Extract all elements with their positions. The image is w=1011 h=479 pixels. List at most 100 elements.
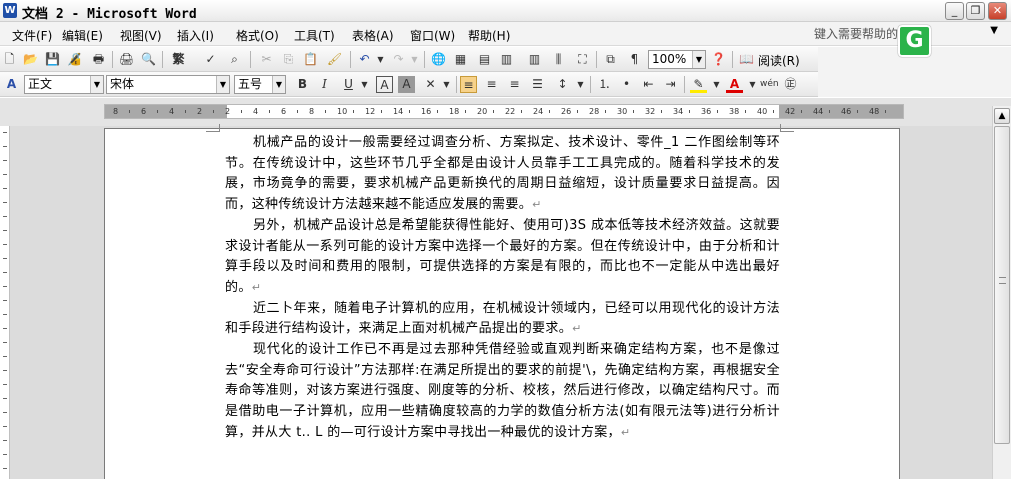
document-body[interactable]: 机械产品的设计一般需要经过调查分析、方案拟定、技术设计、零件_1 二作图绘制等环… (225, 133, 780, 444)
help-icon[interactable]: ❓ (710, 51, 727, 68)
chevron-down-icon[interactable]: ▼ (216, 76, 229, 93)
read-mode-label[interactable]: 阅读(R) (758, 52, 800, 69)
enclose-characters-icon[interactable]: ㊣ (782, 76, 799, 93)
horizontal-ruler[interactable]: 8 6 4 2 2 4 6 8 10 12 14 16 18 20 22 24 26 28 30 32 34 36 38 40… (104, 104, 904, 119)
word-app-icon[interactable]: W (3, 3, 17, 18)
columns-icon[interactable]: ▥ (526, 51, 543, 68)
phonetic-guide-icon[interactable]: wén (760, 76, 779, 93)
redo-dropdown-icon[interactable]: ▼ (406, 51, 423, 68)
undo-icon[interactable]: ↶ (356, 51, 373, 68)
close-button[interactable]: ✕ (988, 2, 1007, 20)
restore-button[interactable]: ❐ (966, 2, 985, 20)
permission-icon[interactable]: 🔏 (66, 51, 83, 68)
chevron-down-icon[interactable]: ▼ (990, 25, 998, 36)
menu-help[interactable]: 帮助(H) (468, 27, 510, 44)
chevron-down-icon[interactable]: ▼ (272, 76, 285, 93)
paragraph-mark-icon: ↵ (532, 198, 542, 212)
line-spacing-icon[interactable]: ↕ (554, 76, 571, 93)
font-size-select[interactable]: 五号 ▼ (234, 75, 286, 94)
menu-edit[interactable]: 编辑(E) (62, 27, 103, 44)
char-scaling-icon[interactable]: ✕ (422, 76, 439, 93)
ruler-tick (269, 110, 270, 113)
margin-corner-right (780, 124, 794, 132)
format-painter-icon[interactable]: 🖌 (326, 51, 343, 68)
font-color-icon[interactable]: A (726, 76, 743, 93)
decrease-indent-icon[interactable]: ⇤ (640, 76, 657, 93)
ruler-label: 22 (505, 107, 516, 116)
paragraph[interactable]: 近二卜年来，随着电子计算机的应用，在机械设计领域内，已经可以用现代化的设计方法和… (225, 299, 780, 340)
hyperlink-icon[interactable]: 🌐 (430, 51, 447, 68)
highlight-dropdown-icon[interactable]: ▼ (708, 76, 725, 93)
open-folder-icon[interactable]: 📂 (22, 51, 39, 68)
zoom-preview-icon[interactable]: 🔍 (140, 51, 157, 68)
insert-table-icon[interactable]: ▤ (476, 51, 493, 68)
menu-tools[interactable]: 工具(T) (294, 27, 335, 44)
chevron-down-icon[interactable]: ▼ (90, 76, 103, 93)
scroll-up-icon[interactable]: ▲ (994, 108, 1010, 124)
green-app-badge[interactable]: G (898, 25, 931, 57)
copy-icon[interactable]: ⎘ (280, 51, 297, 68)
bullets-icon[interactable]: • (618, 76, 635, 93)
redo-icon[interactable]: ↷ (390, 51, 407, 68)
document-map-icon[interactable]: ⛶ (574, 51, 591, 68)
styles-pane-icon[interactable]: A (3, 76, 20, 93)
drawing-icon[interactable]: ⫼ (550, 51, 567, 68)
menu-file[interactable]: 文件(F) (12, 27, 52, 44)
minimize-button[interactable]: _ (945, 2, 964, 20)
italic-button[interactable]: I (316, 76, 333, 93)
read-mode-icon[interactable]: 📖 (738, 51, 755, 68)
show-hide-icon[interactable]: ⧉ (602, 51, 619, 68)
align-right-button[interactable]: ≡ (506, 76, 523, 93)
vertical-ruler-tick (3, 398, 7, 399)
spelling-icon[interactable]: ✓ (202, 51, 219, 68)
ruler-tick (241, 110, 242, 113)
save-icon[interactable]: 💾 (44, 51, 61, 68)
vertical-ruler-tick (3, 188, 7, 189)
menu-view[interactable]: 视图(V) (120, 27, 162, 44)
tables-borders-icon[interactable]: ▦ (452, 51, 469, 68)
style-select[interactable]: 正文 ▼ (24, 75, 104, 94)
numbering-icon[interactable]: ⒈ (596, 76, 613, 93)
insert-excel-icon[interactable]: ▥ (498, 51, 515, 68)
line-spacing-dropdown-icon[interactable]: ▼ (572, 76, 589, 93)
scroll-thumb[interactable] (994, 126, 1010, 444)
ruler-tick (829, 110, 830, 113)
paragraph-mark-icon[interactable]: ¶ (626, 51, 643, 68)
vertical-scrollbar[interactable]: ▲ (992, 106, 1011, 479)
vertical-ruler-tick (3, 370, 7, 371)
traditional-chinese-icon[interactable]: 繁 (170, 51, 187, 68)
research-icon[interactable]: ⌕ (226, 51, 243, 68)
undo-dropdown-icon[interactable]: ▼ (372, 51, 389, 68)
new-document-icon[interactable]: 🗋 (1, 51, 18, 68)
print-icon[interactable]: 🖶 (90, 51, 107, 68)
print-preview-icon[interactable]: 🖨 (118, 51, 135, 68)
vertical-ruler[interactable] (0, 126, 10, 479)
char-scaling-dropdown-icon[interactable]: ▼ (438, 76, 455, 93)
vertical-ruler-tick (3, 230, 7, 231)
bold-button[interactable]: B (294, 76, 311, 93)
zoom-select[interactable]: 100% ▼ (648, 50, 706, 69)
paragraph[interactable]: 现代化的设计工作已不再是过去那种凭借经验或直观判断来确定结构方案，也不是像过去“… (225, 340, 780, 444)
cut-icon[interactable]: ✂ (258, 51, 275, 68)
menu-format[interactable]: 格式(O) (236, 27, 279, 44)
align-center-button[interactable]: ≡ (483, 76, 500, 93)
paragraph[interactable]: 机械产品的设计一般需要经过调查分析、方案拟定、技术设计、零件_1 二作图绘制等环… (225, 133, 780, 216)
underline-button[interactable]: U (340, 76, 357, 93)
char-border-button[interactable]: A (376, 76, 393, 93)
underline-dropdown-icon[interactable]: ▼ (356, 76, 373, 93)
paste-icon[interactable]: 📋 (302, 51, 319, 68)
highlight-icon[interactable]: ✎ (690, 76, 707, 93)
increase-indent-icon[interactable]: ⇥ (662, 76, 679, 93)
chevron-down-icon[interactable]: ▼ (692, 51, 705, 68)
font-color-dropdown-icon[interactable]: ▼ (744, 76, 761, 93)
formatting-toolbar: A 正文 ▼ 宋体 ▼ 五号 ▼ B I U ▼ A A ✕ ▼ ≡ ≡ ≡ ☰… (0, 72, 818, 97)
paragraph-text: 近二卜年来，随着电子计算机的应用，在机械设计领域内，已经可以用现代化的设计方法和… (225, 300, 780, 337)
font-select[interactable]: 宋体 ▼ (106, 75, 230, 94)
menu-table[interactable]: 表格(A) (352, 27, 394, 44)
paragraph[interactable]: 另外，机械产品设计总是希望能获得性能好、使用可)3S 成本低等技术经济效益。这就… (225, 216, 780, 299)
char-shading-button[interactable]: A (398, 76, 415, 93)
menu-insert[interactable]: 插入(I) (177, 27, 214, 44)
menu-window[interactable]: 窗口(W) (410, 27, 455, 44)
distribute-button[interactable]: ☰ (529, 76, 546, 93)
justify-button[interactable]: ≡ (460, 76, 477, 93)
